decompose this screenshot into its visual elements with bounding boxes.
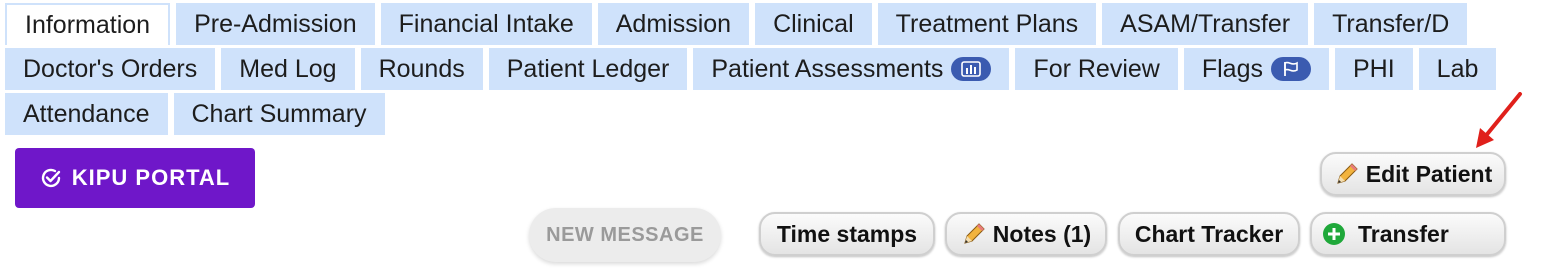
- tab-label: Patient Assessments: [711, 54, 944, 83]
- tab-patient-assessments[interactable]: Patient Assessments: [693, 48, 1010, 90]
- tab-information[interactable]: Information: [5, 3, 171, 45]
- transfer-button[interactable]: Transfer: [1310, 212, 1506, 256]
- tab-row-1: Information Pre-Admission Financial Inta…: [5, 3, 1473, 45]
- tab-label: Chart Summary: [191, 99, 367, 128]
- tab-patient-ledger[interactable]: Patient Ledger: [488, 48, 688, 90]
- tab-rounds[interactable]: Rounds: [360, 48, 483, 90]
- new-message-label: NEW MESSAGE: [546, 223, 704, 246]
- tab-label: Rounds: [378, 54, 465, 83]
- notes-label: Notes (1): [992, 220, 1092, 247]
- tab-label: Treatment Plans: [895, 9, 1079, 38]
- tab-asam-transfer[interactable]: ASAM/Transfer: [1102, 3, 1309, 45]
- tab-doctors-orders[interactable]: Doctor's Orders: [5, 48, 216, 90]
- chart-tracker-button[interactable]: Chart Tracker: [1118, 212, 1300, 256]
- tab-flags[interactable]: Flags: [1183, 48, 1329, 90]
- tab-label: Doctor's Orders: [23, 54, 198, 83]
- pencil-icon: [1334, 161, 1360, 187]
- tab-label: For Review: [1033, 54, 1160, 83]
- tab-label: Attendance: [23, 99, 150, 128]
- tab-label: Financial Intake: [398, 9, 574, 38]
- tab-clinical[interactable]: Clinical: [755, 3, 872, 45]
- chart-tracker-label: Chart Tracker: [1134, 220, 1284, 247]
- tab-label: Pre-Admission: [194, 9, 357, 38]
- kipu-portal-button[interactable]: KIPU PORTAL: [15, 148, 255, 208]
- new-message-button[interactable]: NEW MESSAGE: [529, 208, 721, 262]
- tab-attendance[interactable]: Attendance: [5, 93, 168, 135]
- tab-lab[interactable]: Lab: [1418, 48, 1497, 90]
- tab-label: PHI: [1352, 54, 1395, 83]
- kipu-portal-label: KIPU PORTAL: [71, 165, 231, 190]
- notes-button[interactable]: Notes (1): [945, 212, 1107, 256]
- time-stamps-label: Time stamps: [776, 220, 918, 247]
- tab-label: Clinical: [773, 9, 854, 38]
- tab-label: Admission: [615, 9, 732, 38]
- tab-admission[interactable]: Admission: [597, 3, 750, 45]
- pencil-icon: [961, 221, 987, 247]
- transfer-label: Transfer: [1358, 220, 1449, 247]
- tab-phi[interactable]: PHI: [1334, 48, 1413, 90]
- tab-label: Flags: [1201, 54, 1263, 83]
- edit-patient-button[interactable]: Edit Patient: [1320, 152, 1506, 196]
- tab-label: Transfer/D: [1332, 9, 1450, 38]
- bar-chart-icon: [951, 57, 992, 81]
- tab-row-2: Doctor's Orders Med Log Rounds Patient L…: [5, 48, 1502, 90]
- red-arrow-annotation: [1476, 92, 1522, 148]
- tab-for-review[interactable]: For Review: [1015, 48, 1178, 90]
- tab-transfer-discharge[interactable]: Transfer/D: [1314, 3, 1468, 45]
- tab-label: Med Log: [239, 54, 337, 83]
- tab-financial-intake[interactable]: Financial Intake: [380, 3, 592, 45]
- tab-row-3: Attendance Chart Summary: [5, 93, 391, 135]
- tab-label: Information: [25, 10, 151, 39]
- tab-label: ASAM/Transfer: [1120, 9, 1291, 38]
- tab-label: Patient Ledger: [506, 54, 670, 83]
- tab-pre-admission[interactable]: Pre-Admission: [176, 3, 375, 45]
- tab-chart-summary[interactable]: Chart Summary: [173, 93, 385, 135]
- tab-med-log[interactable]: Med Log: [221, 48, 355, 90]
- edit-patient-label: Edit Patient: [1365, 160, 1493, 187]
- plus-circle-icon: [1322, 222, 1346, 246]
- flag-icon: [1270, 57, 1311, 81]
- tab-label: Lab: [1436, 54, 1479, 83]
- check-circle-icon: [41, 168, 60, 188]
- time-stamps-button[interactable]: Time stamps: [759, 212, 935, 256]
- tab-treatment-plans[interactable]: Treatment Plans: [877, 3, 1097, 45]
